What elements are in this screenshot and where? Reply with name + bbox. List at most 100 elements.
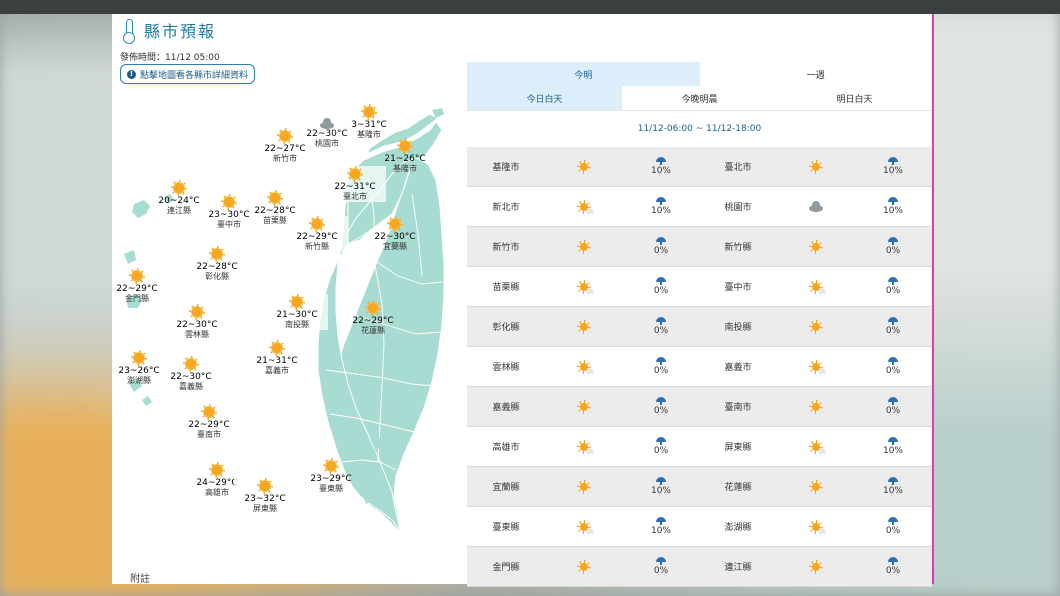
- table-row[interactable]: 新竹市 0% 新竹縣 0%: [467, 227, 932, 267]
- city-name[interactable]: 屏東縣: [699, 427, 777, 466]
- table-row[interactable]: 金門縣 0% 連江縣 0%: [467, 547, 932, 587]
- city-name[interactable]: 桃園市: [699, 187, 777, 226]
- map-location[interactable]: 22~27°C 新竹市: [254, 128, 316, 164]
- table-row[interactable]: 高雄市 0% 屏東縣 10%: [467, 427, 932, 467]
- table-row[interactable]: 苗栗縣 0% 臺中市 0%: [467, 267, 932, 307]
- table-row[interactable]: 基隆市 10% 臺北市 10%: [467, 147, 932, 187]
- umbrella-icon: [888, 157, 898, 165]
- location-temp: 22~29°C: [188, 420, 230, 430]
- table-row[interactable]: 雲林縣 0% 嘉義市 0%: [467, 347, 932, 387]
- taiwan-map[interactable]: 3~31°C 基隆市 22~30°C 桃園市 22~27°C 新竹市 21~26…: [112, 14, 452, 584]
- umbrella-icon: [656, 437, 666, 445]
- map-location[interactable]: 23~29°C 臺東縣: [300, 458, 362, 494]
- rain-percent: 10%: [650, 206, 671, 216]
- map-location[interactable]: 23~32°C 屏東縣: [234, 478, 296, 514]
- top-bar: [0, 0, 1060, 14]
- umbrella-icon: [888, 357, 898, 365]
- location-temp: 22~28°C: [196, 262, 238, 272]
- weather-cell: [545, 147, 623, 186]
- footnote-link[interactable]: 附註: [130, 570, 150, 585]
- table-row[interactable]: 彰化縣 0% 南投縣 0%: [467, 307, 932, 347]
- city-name[interactable]: 嘉義市: [699, 347, 777, 386]
- location-temp: 22~31°C: [334, 182, 376, 192]
- city-name[interactable]: 臺東縣: [467, 507, 545, 546]
- map-location[interactable]: 22~29°C 新竹縣: [286, 216, 348, 252]
- city-name[interactable]: 金門縣: [467, 547, 545, 586]
- umbrella-icon: [888, 477, 898, 485]
- city-name[interactable]: 臺南市: [699, 387, 777, 426]
- table-row[interactable]: 嘉義縣 0% 臺南市 0%: [467, 387, 932, 427]
- rain-chance: 0%: [855, 507, 931, 546]
- rain-chance: 10%: [855, 187, 931, 226]
- city-name[interactable]: 高雄市: [467, 427, 545, 466]
- sun-icon: [577, 199, 594, 214]
- location-name: 新竹市: [273, 154, 297, 163]
- city-name[interactable]: 南投縣: [699, 307, 777, 346]
- map-location[interactable]: 22~30°C 雲林縣: [166, 304, 228, 340]
- city-name[interactable]: 臺北市: [699, 147, 777, 186]
- sun-icon: [387, 216, 403, 232]
- city-name[interactable]: 彰化縣: [467, 307, 545, 346]
- location-name: 雲林縣: [185, 330, 209, 339]
- weather-cell: [777, 147, 855, 186]
- umbrella-icon: [656, 237, 666, 245]
- sun-icon: [361, 104, 377, 120]
- rain-chance: 10%: [623, 187, 699, 226]
- city-name[interactable]: 宜蘭縣: [467, 467, 545, 506]
- sun-icon: [277, 128, 293, 144]
- map-location[interactable]: 22~30°C 宜蘭縣: [364, 216, 426, 252]
- tab-tomorrow-day[interactable]: 明日白天: [777, 86, 932, 110]
- sun-icon: [809, 319, 826, 334]
- city-name[interactable]: 臺中市: [699, 267, 777, 306]
- city-name[interactable]: 連江縣: [699, 547, 777, 586]
- rain-chance: 0%: [623, 267, 699, 306]
- city-name[interactable]: 基隆市: [467, 147, 545, 186]
- umbrella-icon: [656, 157, 666, 165]
- map-location[interactable]: 22~29°C 花蓮縣: [342, 300, 404, 336]
- map-location[interactable]: 22~30°C 嘉義縣: [160, 356, 222, 392]
- rain-percent: 0%: [653, 366, 669, 376]
- map-location[interactable]: 21~31°C 嘉義市: [246, 340, 308, 376]
- city-name[interactable]: 花蓮縣: [699, 467, 777, 506]
- table-row[interactable]: 宜蘭縣 10% 花蓮縣 10%: [467, 467, 932, 507]
- map-location[interactable]: 22~29°C 金門縣: [106, 268, 168, 304]
- table-row[interactable]: 新北市 10% 桃園市 10%: [467, 187, 932, 227]
- city-name[interactable]: 嘉義縣: [467, 387, 545, 426]
- city-name[interactable]: 澎湖縣: [699, 507, 777, 546]
- location-name: 宜蘭縣: [383, 242, 407, 251]
- table-row[interactable]: 臺東縣 10% 澎湖縣 0%: [467, 507, 932, 547]
- sun-icon: [809, 559, 826, 574]
- cloud-icon: [807, 201, 825, 212]
- umbrella-icon: [656, 197, 666, 205]
- map-location[interactable]: 22~28°C 彰化縣: [186, 246, 248, 282]
- rain-percent: 10%: [650, 526, 671, 536]
- weather-cell: [777, 347, 855, 386]
- map-location[interactable]: 22~31°C 臺北市: [324, 166, 386, 202]
- city-name[interactable]: 苗栗縣: [467, 267, 545, 306]
- tab-week[interactable]: 一週: [700, 62, 933, 86]
- weather-cell: [777, 187, 855, 226]
- sun-icon: [209, 462, 225, 478]
- umbrella-icon: [656, 557, 666, 565]
- city-name[interactable]: 新竹縣: [699, 227, 777, 266]
- city-name[interactable]: 雲林縣: [467, 347, 545, 386]
- tab-tonight[interactable]: 今晚明晨: [622, 86, 777, 110]
- sun-icon: [577, 519, 594, 534]
- weather-cell: [777, 227, 855, 266]
- location-name: 南投縣: [285, 320, 309, 329]
- city-name[interactable]: 新竹市: [467, 227, 545, 266]
- location-name: 花蓮縣: [361, 326, 385, 335]
- sun-icon: [577, 239, 594, 254]
- map-location[interactable]: 21~30°C 南投縣: [266, 294, 328, 330]
- tab-today-day[interactable]: 今日白天: [467, 86, 622, 110]
- umbrella-icon: [888, 397, 898, 405]
- map-location[interactable]: 22~29°C 臺南市: [178, 404, 240, 440]
- location-temp: 23~32°C: [244, 494, 286, 504]
- tab-today-tomorrow[interactable]: 今明: [467, 62, 700, 86]
- rain-percent: 10%: [650, 166, 671, 176]
- city-name[interactable]: 新北市: [467, 187, 545, 226]
- umbrella-icon: [656, 397, 666, 405]
- location-temp: 22~30°C: [176, 320, 218, 330]
- weather-cell: [545, 267, 623, 306]
- sun-icon: [209, 246, 225, 262]
